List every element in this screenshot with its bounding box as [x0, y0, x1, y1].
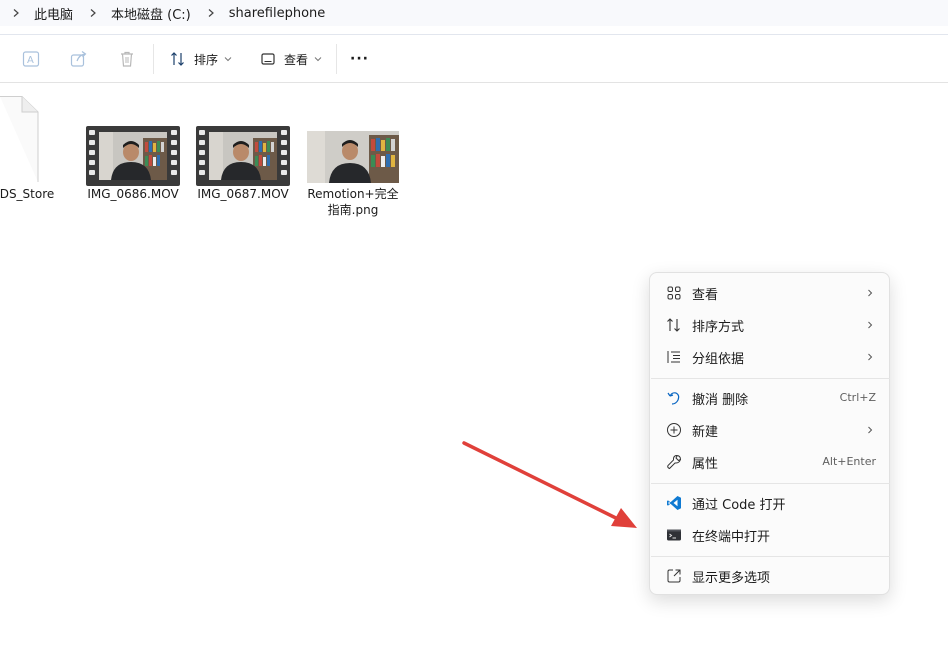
context-menu: 查看 排序方式 分组依据 撤消 删除 Ctrl+Z 新建 属性 Alt+Ente… — [649, 272, 890, 595]
menu-item-label: 属性 — [692, 457, 719, 472]
menu-item-properties[interactable]: 属性 Alt+Enter — [655, 447, 886, 477]
chevron-right-icon — [868, 353, 873, 361]
menu-item-shortcut: Ctrl+Z — [839, 391, 876, 404]
undo-icon — [665, 389, 683, 407]
open-external-icon — [665, 567, 683, 585]
menu-item-open-with-code[interactable]: 通过 Code 打开 — [655, 488, 886, 518]
menu-item-label: 新建 — [692, 425, 719, 440]
menu-item-view[interactable]: 查看 — [655, 278, 886, 308]
menu-item-label: 在终端中打开 — [692, 530, 771, 545]
menu-separator — [651, 378, 890, 379]
vscode-icon — [665, 494, 683, 512]
group-list-icon — [665, 348, 683, 366]
menu-item-label: 通过 Code 打开 — [692, 498, 786, 513]
terminal-icon — [665, 526, 683, 544]
menu-item-open-terminal[interactable]: 在终端中打开 — [655, 520, 886, 550]
menu-item-label: 排序方式 — [692, 320, 745, 335]
menu-item-show-more-options[interactable]: 显示更多选项 — [655, 561, 886, 591]
wrench-icon — [665, 453, 683, 471]
sort-icon — [665, 316, 683, 334]
plus-circle-icon — [665, 421, 683, 439]
menu-item-shortcut: Alt+Enter — [822, 455, 876, 468]
chevron-right-icon — [868, 426, 873, 434]
menu-separator — [651, 483, 890, 484]
menu-item-label: 显示更多选项 — [692, 571, 771, 586]
chevron-right-icon — [868, 321, 873, 329]
menu-separator — [651, 556, 890, 557]
menu-item-undo[interactable]: 撤消 删除 Ctrl+Z — [655, 383, 886, 413]
grid-icon — [665, 284, 683, 302]
chevron-right-icon — [868, 289, 873, 297]
menu-item-label: 查看 — [692, 288, 719, 303]
menu-item-group[interactable]: 分组依据 — [655, 342, 886, 372]
menu-item-sort[interactable]: 排序方式 — [655, 310, 886, 340]
menu-item-label: 分组依据 — [692, 352, 745, 367]
menu-item-label: 撤消 删除 — [692, 393, 749, 408]
menu-item-new[interactable]: 新建 — [655, 415, 886, 445]
